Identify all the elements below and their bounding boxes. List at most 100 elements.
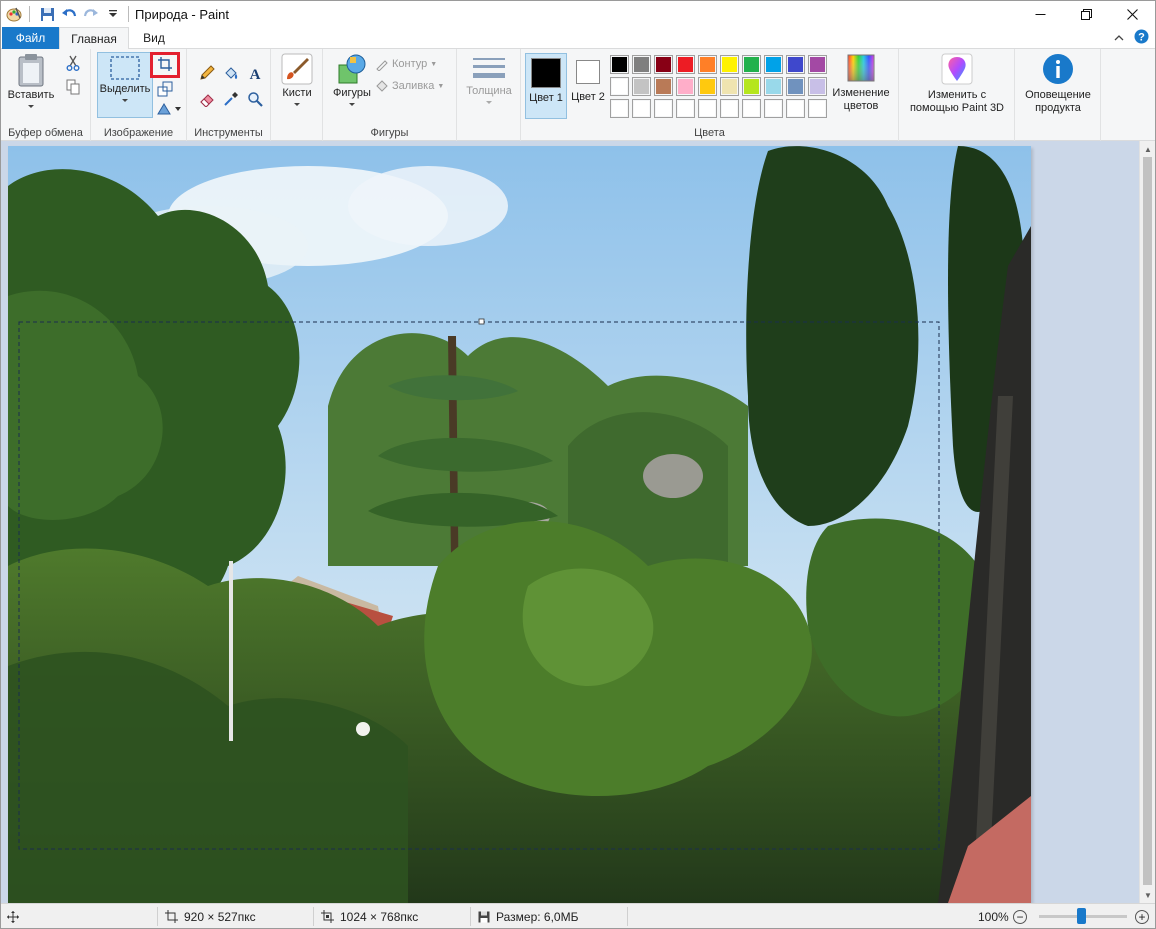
zoom-out-button[interactable]: − [1013, 904, 1027, 929]
palette-swatch-color [634, 79, 649, 94]
paint3d-group: Изменить с помощью Paint 3D [899, 49, 1015, 141]
palette-swatch[interactable] [610, 77, 629, 96]
palette-swatch[interactable] [764, 99, 783, 118]
disk-icon [478, 911, 490, 922]
color1-button[interactable]: Цвет 1 [525, 53, 567, 119]
palette-swatch[interactable] [786, 99, 805, 118]
palette-swatch[interactable] [632, 55, 651, 74]
cut-icon[interactable] [63, 53, 83, 73]
scrollbar-thumb[interactable] [1143, 157, 1152, 885]
minimize-button[interactable] [1017, 1, 1063, 27]
resize-icon[interactable] [155, 79, 175, 99]
scroll-up-icon[interactable]: ▲ [1140, 141, 1156, 157]
palette-swatch-color [744, 101, 759, 116]
shapes-group-label: Фигуры [370, 127, 409, 139]
palette-swatch[interactable] [720, 77, 739, 96]
palette-swatch[interactable] [698, 77, 717, 96]
palette-swatch-color [766, 101, 781, 116]
palette-swatch[interactable] [698, 55, 717, 74]
canvas-workspace[interactable] [1, 141, 1139, 903]
palette-swatch-color [810, 57, 825, 72]
help-icon[interactable]: ? [1134, 29, 1149, 47]
undo-icon[interactable] [58, 3, 80, 25]
size-group: Толщина [457, 49, 521, 141]
zoom-in-button[interactable]: + [1135, 904, 1149, 929]
palette-swatch[interactable] [676, 77, 695, 96]
brushes-button[interactable]: Кисти [277, 53, 317, 106]
shapes-dropdown-caret [349, 103, 355, 106]
palette-swatch[interactable] [720, 99, 739, 118]
svg-text:?: ? [1138, 32, 1145, 44]
palette-swatch[interactable] [676, 99, 695, 118]
collapse-ribbon-icon[interactable] [1114, 31, 1124, 45]
nature-photo[interactable] [8, 146, 1031, 903]
image-canvas[interactable] [8, 146, 1031, 903]
palette-swatch[interactable] [698, 99, 717, 118]
palette-swatch-color [744, 79, 759, 94]
color2-label: Цвет 2 [571, 91, 605, 103]
fill-button[interactable]: Заливка ▼ [375, 79, 444, 93]
fill-icon[interactable] [221, 63, 241, 83]
palette-swatch[interactable] [786, 55, 805, 74]
tab-view[interactable]: Вид [129, 27, 179, 49]
text-icon[interactable]: A [245, 63, 265, 83]
palette-swatch[interactable] [654, 99, 673, 118]
palette-swatch[interactable] [808, 55, 827, 74]
palette-swatch[interactable] [808, 99, 827, 118]
copy-icon[interactable] [63, 77, 83, 97]
quick-access-toolbar [1, 1, 135, 27]
palette-swatch[interactable] [654, 55, 673, 74]
shapes-button[interactable]: Фигуры [329, 53, 375, 106]
customize-qat-icon[interactable] [102, 3, 124, 25]
palette-swatch[interactable] [786, 77, 805, 96]
edit-colors-button[interactable]: Изменение цветов [827, 53, 895, 113]
selection-handle-top[interactable] [478, 318, 485, 325]
close-button[interactable] [1109, 1, 1155, 27]
save-icon[interactable] [36, 3, 58, 25]
palette-swatch[interactable] [742, 77, 761, 96]
palette-swatch[interactable] [742, 55, 761, 74]
restore-button[interactable] [1063, 1, 1109, 27]
palette-swatch[interactable] [654, 77, 673, 96]
zoom-slider-thumb[interactable] [1077, 908, 1086, 924]
colors-group: Цвет 1 Цвет 2 Изменение цветов Цвета [521, 49, 899, 141]
palette-swatch[interactable] [632, 77, 651, 96]
select-button[interactable]: Выделить [97, 52, 153, 118]
brush-icon [281, 53, 313, 85]
palette-swatch[interactable] [610, 55, 629, 74]
brushes-label: Кисти [282, 87, 312, 99]
product-alert-button[interactable]: Оповещение продукта [1019, 53, 1097, 115]
scroll-down-icon[interactable]: ▼ [1140, 887, 1156, 903]
tab-file[interactable]: Файл [2, 27, 59, 49]
shapes-label: Фигуры [333, 87, 371, 99]
paint3d-button[interactable]: Изменить с помощью Paint 3D [903, 53, 1011, 115]
palette-swatch-color [612, 57, 627, 72]
window-controls [1017, 1, 1155, 27]
paint3d-icon [941, 53, 973, 85]
outline-button[interactable]: Контур ▼ [375, 57, 437, 71]
color2-button[interactable]: Цвет 2 [567, 53, 609, 119]
palette-swatch[interactable] [764, 77, 783, 96]
color-picker-icon[interactable] [221, 89, 241, 109]
palette-swatch[interactable] [764, 55, 783, 74]
select-icon [110, 56, 140, 80]
size-button[interactable]: Толщина [463, 53, 515, 104]
paste-button[interactable]: Вставить [7, 53, 55, 108]
vertical-scrollbar[interactable]: ▲ ▼ [1139, 141, 1155, 903]
palette-swatch[interactable] [610, 99, 629, 118]
palette-swatch[interactable] [632, 99, 651, 118]
tab-home[interactable]: Главная [59, 27, 129, 50]
rotate-icon[interactable] [155, 99, 183, 119]
title-bar: Природа - Paint [1, 1, 1155, 27]
palette-swatch[interactable] [720, 55, 739, 74]
redo-icon[interactable] [80, 3, 102, 25]
palette-swatch[interactable] [808, 77, 827, 96]
selection-size-text: 920 × 527пкс [184, 909, 256, 924]
palette-swatch[interactable] [676, 55, 695, 74]
outline-dropdown-icon: ▼ [430, 60, 438, 68]
pencil-icon[interactable] [197, 63, 217, 83]
palette-swatch[interactable] [742, 99, 761, 118]
eraser-icon[interactable] [197, 89, 217, 109]
paint-app-icon[interactable] [3, 3, 25, 25]
magnifier-icon[interactable] [245, 89, 265, 109]
